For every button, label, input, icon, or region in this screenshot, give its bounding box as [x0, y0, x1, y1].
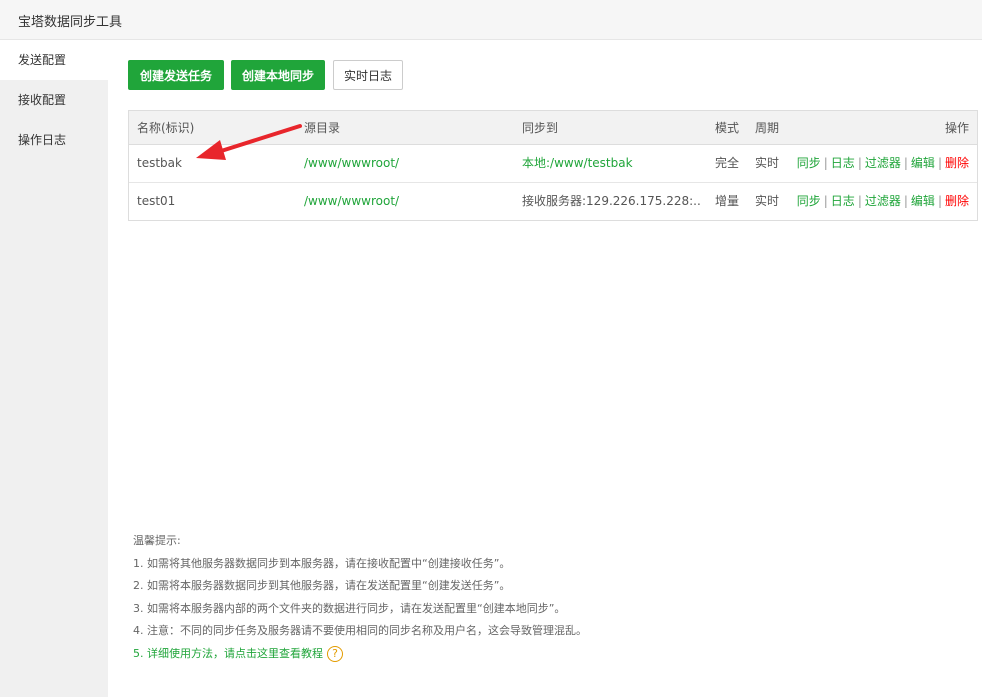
sidebar: 发送配置 接收配置 操作日志	[0, 40, 108, 697]
tip-item: 4. 注意：不同的同步任务及服务器请不要使用相同的同步名称及用户名，这会导致管理…	[133, 624, 587, 637]
window-title: 宝塔数据同步工具	[18, 15, 123, 30]
tip-item: 3. 如需将本服务器内部的两个文件夹的数据进行同步，请在发送配置里“创建本地同步…	[133, 601, 566, 615]
annotation-arrow-icon	[196, 124, 302, 160]
col-period-header: 周期	[755, 121, 780, 135]
col-actions-header: 操作	[944, 121, 969, 135]
col-mode-header: 模式	[715, 121, 740, 135]
tip-item: 2. 如需将本服务器数据同步到其他服务器，请在发送配置里“创建发送任务”。	[133, 579, 511, 592]
filter-link[interactable]: 过滤器	[865, 194, 901, 208]
log-link[interactable]: 日志	[831, 156, 855, 170]
edit-link[interactable]: 编辑	[911, 194, 935, 208]
tips-panel: 温馨提示: 1. 如需将其他服务器数据同步到本服务器，请在接收配置中“创建接收任…	[133, 530, 587, 665]
task-mode: 增量	[715, 194, 740, 208]
tutorial-link-text[interactable]: 详细使用方法，请点击这里查看教程	[147, 647, 323, 660]
task-name: testbak	[137, 156, 182, 170]
title-bar: 宝塔数据同步工具	[0, 0, 982, 40]
task-name: test01	[137, 194, 176, 208]
help-icon[interactable]: ?	[327, 645, 343, 662]
edit-link[interactable]: 编辑	[911, 156, 935, 170]
filter-link[interactable]: 过滤器	[865, 156, 901, 170]
delete-link[interactable]: 删除	[945, 156, 969, 170]
task-source[interactable]: /www/wwwroot/	[304, 145, 399, 181]
tips-title: 温馨提示:	[133, 534, 181, 547]
task-actions: 同步 | 日志 | 过滤器 | 编辑 | 删除	[796, 194, 969, 208]
tutorial-link[interactable]: 5. 详细使用方法，请点击这里查看教程?	[133, 643, 587, 666]
sidebar-item-receive-config[interactable]: 接收配置	[0, 80, 108, 120]
create-send-task-button[interactable]: 创建发送任务	[128, 60, 224, 90]
sidebar-item-operation-log[interactable]: 操作日志	[0, 120, 108, 160]
task-mode: 完全	[715, 156, 740, 170]
realtime-log-button[interactable]: 实时日志	[333, 60, 403, 90]
task-source[interactable]: /www/wwwroot/	[304, 183, 399, 219]
tip-item: 1. 如需将其他服务器数据同步到本服务器，请在接收配置中“创建接收任务”。	[133, 556, 511, 570]
task-period: 实时	[755, 194, 780, 208]
log-link[interactable]: 日志	[831, 194, 855, 208]
table-row: test01 /www/wwwroot/ 接收服务器:129.226.175.2…	[129, 183, 977, 221]
sync-link[interactable]: 同步	[797, 194, 821, 208]
task-target: 接收服务器:129.226.175.228:...	[522, 194, 702, 208]
sync-link[interactable]: 同步	[797, 156, 821, 170]
task-target[interactable]: 本地:/www/testbak	[522, 145, 702, 181]
task-period: 实时	[755, 156, 780, 170]
tutorial-link-prefix: 5.	[133, 646, 147, 660]
col-name-header: 名称(标识)	[137, 121, 195, 135]
task-actions: 同步 | 日志 | 过滤器 | 编辑 | 删除	[796, 156, 969, 170]
col-target-header: 同步到	[522, 121, 559, 135]
delete-link[interactable]: 删除	[945, 194, 969, 208]
create-local-sync-button[interactable]: 创建本地同步	[231, 60, 325, 90]
sidebar-item-send-config[interactable]: 发送配置	[0, 40, 108, 80]
